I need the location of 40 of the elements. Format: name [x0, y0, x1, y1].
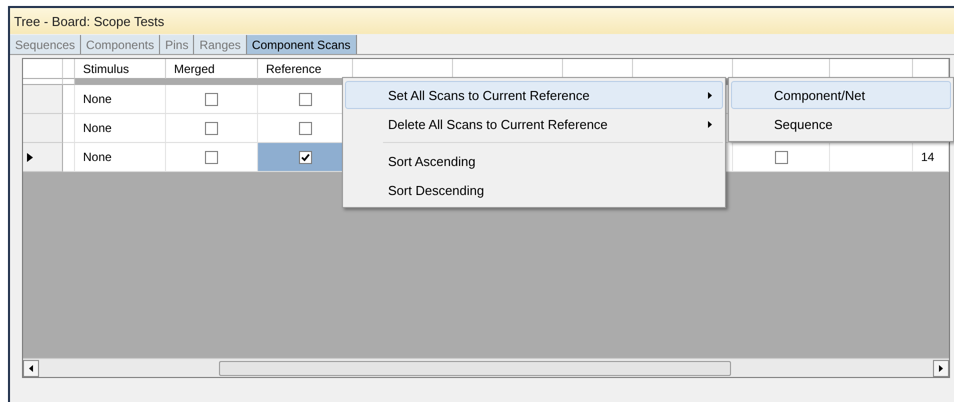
right-arrow-icon — [939, 364, 943, 372]
header-cell — [63, 59, 75, 79]
menu-item[interactable]: Delete All Scans to Current Reference — [345, 110, 723, 138]
menu-item[interactable]: Sequence — [731, 110, 951, 138]
table-cell — [63, 85, 75, 114]
column-header[interactable]: Stimulus — [75, 59, 166, 79]
checkbox[interactable] — [298, 92, 312, 106]
header-cell — [913, 59, 949, 79]
table-cell — [63, 143, 75, 172]
column-header[interactable]: Merged — [166, 59, 258, 79]
menu-item[interactable]: Component/Net — [731, 81, 951, 109]
checkbox[interactable] — [298, 150, 312, 164]
current-row-icon — [27, 152, 33, 162]
column-header[interactable]: Reference — [258, 59, 353, 79]
scroll-left-button[interactable] — [23, 360, 39, 376]
checkbox[interactable] — [205, 92, 218, 106]
row-header[interactable] — [23, 143, 63, 172]
menu-item[interactable]: Sort Ascending — [345, 147, 723, 175]
table-cell: None — [75, 114, 166, 143]
header-cell — [563, 59, 633, 79]
checkbox[interactable] — [205, 122, 218, 134]
tab[interactable]: Components — [81, 35, 160, 54]
tab[interactable]: Component Scans — [246, 35, 357, 54]
table-cell: None — [75, 85, 166, 114]
menu-item[interactable]: Sort Descending — [345, 176, 723, 204]
scrollbar-thumb[interactable] — [219, 360, 731, 376]
scroll-right-button[interactable] — [933, 360, 949, 376]
table-cell — [63, 114, 75, 143]
tab[interactable]: Sequences — [10, 35, 82, 54]
menu-item[interactable]: Set All Scans to Current Reference — [345, 81, 723, 109]
table-cell: 14 — [913, 143, 949, 172]
checkbox[interactable] — [774, 150, 788, 164]
checkbox[interactable] — [205, 150, 218, 164]
header-cell — [23, 59, 63, 79]
checkbox[interactable] — [298, 122, 312, 134]
table-cell: None — [75, 143, 166, 172]
left-arrow-icon — [29, 364, 33, 372]
window-title: Tree - Board: Scope Tests — [10, 8, 954, 34]
tab[interactable]: Pins — [160, 35, 194, 54]
tab[interactable]: Ranges — [194, 35, 247, 54]
